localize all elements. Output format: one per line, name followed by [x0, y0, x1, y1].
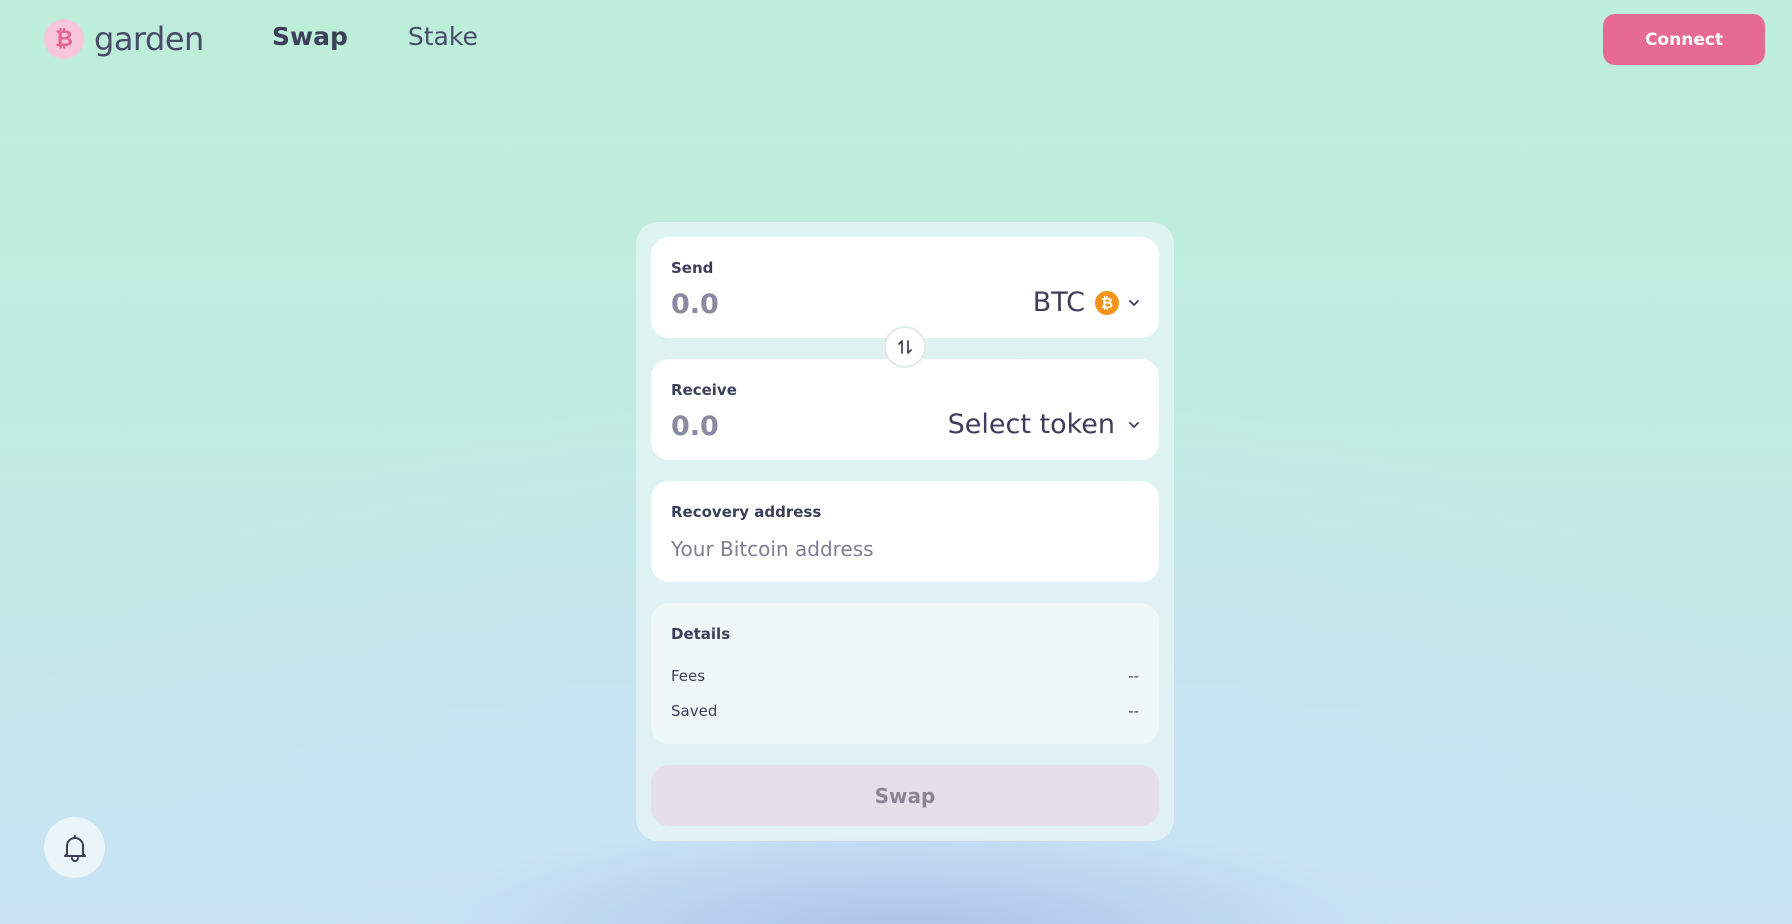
saved-value: -- — [1128, 702, 1139, 720]
fees-value: -- — [1128, 667, 1139, 685]
receive-panel: Receive 0.0 Select token — [651, 359, 1159, 460]
top-nav-bar: ₿ garden Swap Stake Connect — [0, 0, 1792, 80]
send-token-select[interactable]: BTC ₿ — [1033, 287, 1141, 318]
recovery-address-label: Recovery address — [671, 503, 822, 521]
swap-button[interactable]: Swap — [651, 765, 1159, 826]
bitcoin-logo-icon: ₿ — [44, 19, 84, 59]
fees-row: Fees -- — [671, 667, 1139, 685]
recovery-address-input[interactable]: Your Bitcoin address — [671, 537, 874, 561]
saved-row: Saved -- — [671, 702, 1139, 720]
receive-token-name: Select token — [947, 409, 1115, 440]
nav-stake[interactable]: Stake — [408, 22, 478, 51]
chevron-down-icon — [1129, 299, 1139, 306]
chevron-down-icon — [1129, 421, 1139, 428]
bitcoin-icon: ₿ — [1095, 290, 1119, 315]
connect-button[interactable]: Connect — [1603, 14, 1765, 65]
send-panel: Send 0.0 BTC ₿ — [651, 237, 1159, 338]
saved-label: Saved — [671, 702, 718, 720]
details-title: Details — [671, 625, 731, 643]
receive-label: Receive — [671, 381, 737, 399]
swap-arrows-icon — [898, 340, 912, 354]
notifications-button[interactable] — [44, 817, 105, 878]
send-amount-input[interactable]: 0.0 — [671, 289, 719, 320]
garden-logo[interactable]: ₿ garden — [44, 19, 204, 59]
logo-text: garden — [94, 20, 204, 58]
main-nav: Swap Stake — [272, 22, 478, 51]
details-panel: Details Fees -- Saved -- — [651, 603, 1159, 744]
swap-card: Send 0.0 BTC ₿ Receive 0.0 Select token … — [636, 222, 1174, 841]
send-label: Send — [671, 259, 714, 277]
bell-icon — [63, 834, 86, 862]
send-token-name: BTC — [1032, 287, 1085, 318]
nav-swap[interactable]: Swap — [272, 22, 348, 51]
fees-label: Fees — [671, 667, 706, 685]
recovery-address-panel: Recovery address Your Bitcoin address — [651, 481, 1159, 582]
receive-token-select[interactable]: Select token — [948, 409, 1141, 440]
swap-direction-button[interactable] — [884, 326, 926, 368]
receive-amount-input[interactable]: 0.0 — [671, 411, 719, 442]
